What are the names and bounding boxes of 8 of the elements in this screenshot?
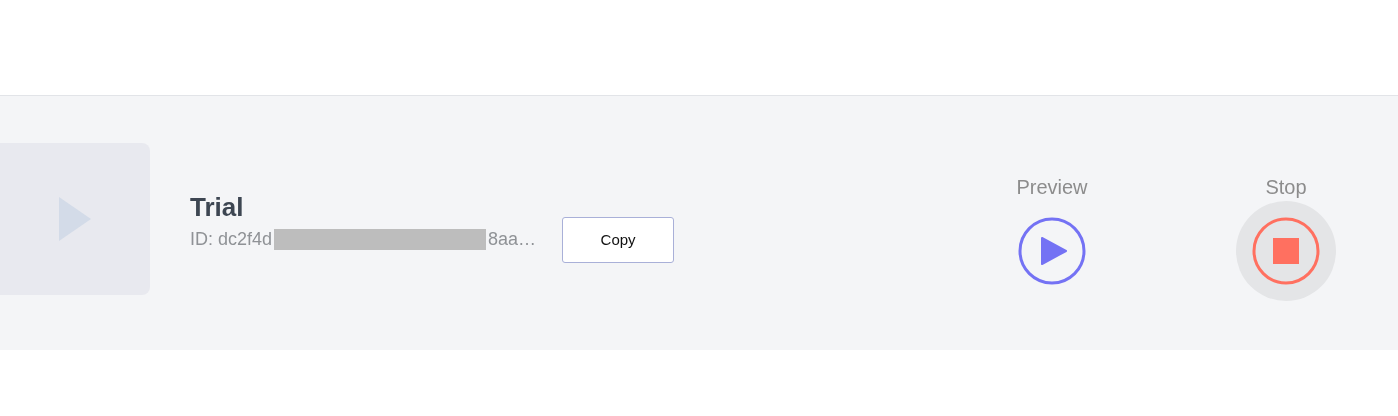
action-label: Stop [1265,175,1307,199]
item-id: 8aa… [488,229,537,250]
item-title: Trial [190,191,245,223]
action-label: Preview [1016,175,1088,199]
play-icon [1017,215,1087,286]
item-id: ID: dc2f4d [190,229,273,250]
copy-button[interactable]: Copy [562,216,675,263]
stop-icon [1251,215,1321,286]
